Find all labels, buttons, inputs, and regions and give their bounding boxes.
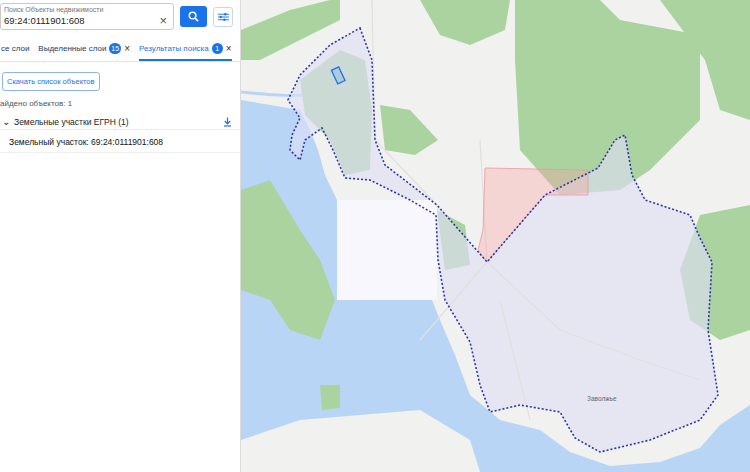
- tab-close-button[interactable]: ×: [124, 44, 130, 54]
- tab[interactable]: Выделенные слои15×: [38, 39, 130, 61]
- blank-tile: [337, 200, 437, 300]
- selected-parcel[interactable]: [331, 67, 345, 84]
- search-input-row: ×: [4, 14, 169, 27]
- result-group[interactable]: ⌄ Земельные участки ЕГРН (1): [0, 115, 240, 130]
- download-list-button[interactable]: Скачать список объектов: [2, 72, 100, 91]
- tab-badge: 15: [109, 43, 121, 54]
- search-button[interactable]: [180, 6, 207, 27]
- search-input[interactable]: [4, 14, 157, 27]
- land: [241, 0, 750, 466]
- search-label: Поиск Объекты недвижимости: [4, 5, 169, 14]
- map[interactable]: Заволжье: [241, 0, 750, 472]
- tab-close-button[interactable]: ×: [226, 44, 232, 54]
- chevron-icon[interactable]: ⌄: [2, 117, 10, 127]
- app: Поиск Объекты недвижимости × се слои Выде…: [0, 0, 750, 472]
- filter-icon: [218, 12, 229, 22]
- map-canvas[interactable]: [241, 0, 750, 472]
- land: [241, 410, 480, 472]
- download-row: Скачать список объектов: [0, 70, 240, 91]
- settlement-label: Заволжье: [587, 395, 617, 402]
- tab[interactable]: се слои: [1, 40, 29, 60]
- download-icon[interactable]: [223, 117, 232, 127]
- tab-bar: се слоиВыделенные слои15×Результаты поис…: [0, 39, 240, 62]
- tab-label: Результаты поиска: [139, 44, 209, 53]
- result-list: Земельный участок: 69:24:0111901:608: [0, 130, 240, 153]
- roads: [372, 0, 700, 420]
- group-title: Земельные участки ЕГРН (1): [14, 117, 219, 127]
- tab-label: Выделенные слои: [38, 44, 106, 53]
- tab-label: се слои: [1, 44, 29, 53]
- result-item[interactable]: Земельный участок: 69:24:0111901:608: [0, 130, 240, 153]
- search-icon: [188, 11, 199, 22]
- boundary-line: [288, 28, 718, 452]
- tab[interactable]: Результаты поиска1×: [139, 39, 232, 61]
- clear-button[interactable]: ×: [157, 14, 169, 27]
- search-field[interactable]: Поиск Объекты недвижимости ×: [0, 3, 174, 30]
- filter-button[interactable]: [213, 7, 233, 27]
- search-bar: Поиск Объекты недвижимости ×: [0, 0, 240, 30]
- found-count: айдено объектов: 1: [0, 99, 240, 108]
- side-panel: Поиск Объекты недвижимости × се слои Выде…: [0, 0, 241, 472]
- settlement-area: [288, 28, 718, 452]
- tab-badge: 1: [212, 43, 223, 54]
